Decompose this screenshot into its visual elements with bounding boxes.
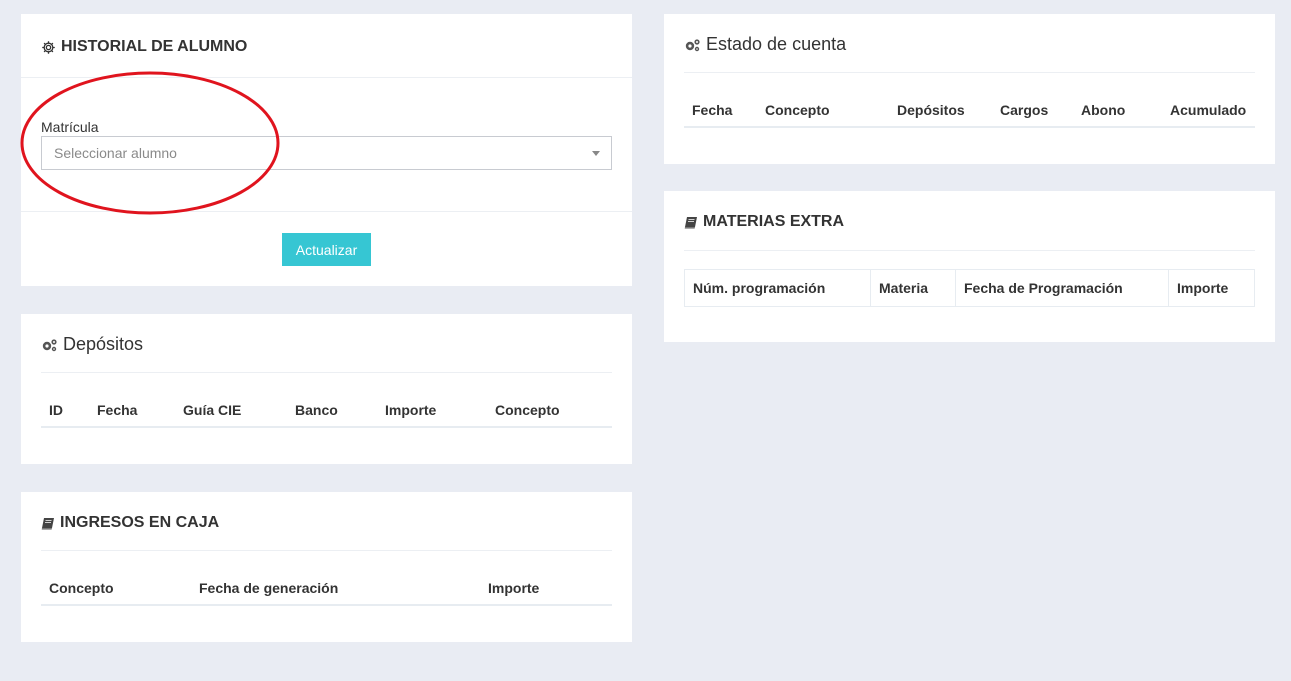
ingresos-title: INGRESOS EN CAJA [41,514,219,532]
col-banco[interactable]: Banco [295,402,338,418]
col-id[interactable]: ID [49,402,63,418]
historial-panel: HISTORIAL DE ALUMNO Matrícula Selecciona… [21,14,632,286]
historial-form: Matrícula Seleccionar alumno [21,78,632,212]
col-importe[interactable]: Importe [1169,270,1254,306]
actualizar-button[interactable]: Actualizar [282,233,371,266]
col-concepto[interactable]: Concepto [495,402,560,418]
ingresos-title-text: INGRESOS EN CAJA [60,514,220,531]
cogs-icon [684,38,701,52]
estado-title-text: Estado de cuenta [706,34,847,54]
depositos-title: Depósitos [41,334,143,355]
historial-title: HISTORIAL DE ALUMNO [41,38,632,56]
col-num-programacion[interactable]: Núm. programación [685,270,871,306]
chevron-down-icon [592,151,600,156]
materias-divider [684,250,1255,251]
col-cargos[interactable]: Cargos [1000,102,1048,118]
materias-panel: MATERIAS EXTRA Núm. programación Materia… [664,191,1275,342]
col-fecha[interactable]: Fecha [692,102,732,118]
col-fecha[interactable]: Fecha [97,402,137,418]
col-abono[interactable]: Abono [1081,102,1125,118]
depositos-title-text: Depósitos [63,334,144,354]
alumno-select[interactable]: Seleccionar alumno [41,136,612,170]
col-guia-cie[interactable]: Guía CIE [183,402,241,418]
book-icon [41,517,55,530]
ingresos-panel: INGRESOS EN CAJA Concepto Fecha de gener… [21,492,632,642]
col-depositos[interactable]: Depósitos [897,102,965,118]
depositos-panel: Depósitos ID Fecha Guía CIE Banco Import… [21,314,632,464]
ingresos-divider [41,550,612,551]
matricula-label: Matrícula [41,119,99,135]
materias-table-header: Núm. programación Materia Fecha de Progr… [684,269,1255,307]
gear-icon [41,40,56,55]
col-importe[interactable]: Importe [385,402,436,418]
cogs-icon [41,338,58,352]
depositos-divider [41,372,612,373]
materias-title-text: MATERIAS EXTRA [703,213,845,230]
alumno-select-placeholder: Seleccionar alumno [54,145,177,161]
estado-panel: Estado de cuenta Fecha Concepto Depósito… [664,14,1275,164]
estado-divider [684,72,1255,73]
estado-title: Estado de cuenta [684,34,846,55]
ingresos-table-header: Concepto Fecha de generación Importe [41,570,612,606]
materias-title: MATERIAS EXTRA [684,213,844,231]
col-acumulado[interactable]: Acumulado [1170,102,1246,118]
depositos-table-header: ID Fecha Guía CIE Banco Importe Concepto [41,392,612,428]
historial-title-text: HISTORIAL DE ALUMNO [61,38,248,55]
book-icon [684,216,698,229]
estado-table-header: Fecha Concepto Depósitos Cargos Abono Ac… [684,92,1255,128]
historial-header: HISTORIAL DE ALUMNO [21,14,632,78]
col-importe[interactable]: Importe [488,580,539,596]
col-concepto[interactable]: Concepto [49,580,114,596]
col-fecha-generacion[interactable]: Fecha de generación [199,580,338,596]
col-concepto[interactable]: Concepto [765,102,830,118]
col-materia[interactable]: Materia [871,270,956,306]
col-fecha-programacion[interactable]: Fecha de Programación [956,270,1169,306]
